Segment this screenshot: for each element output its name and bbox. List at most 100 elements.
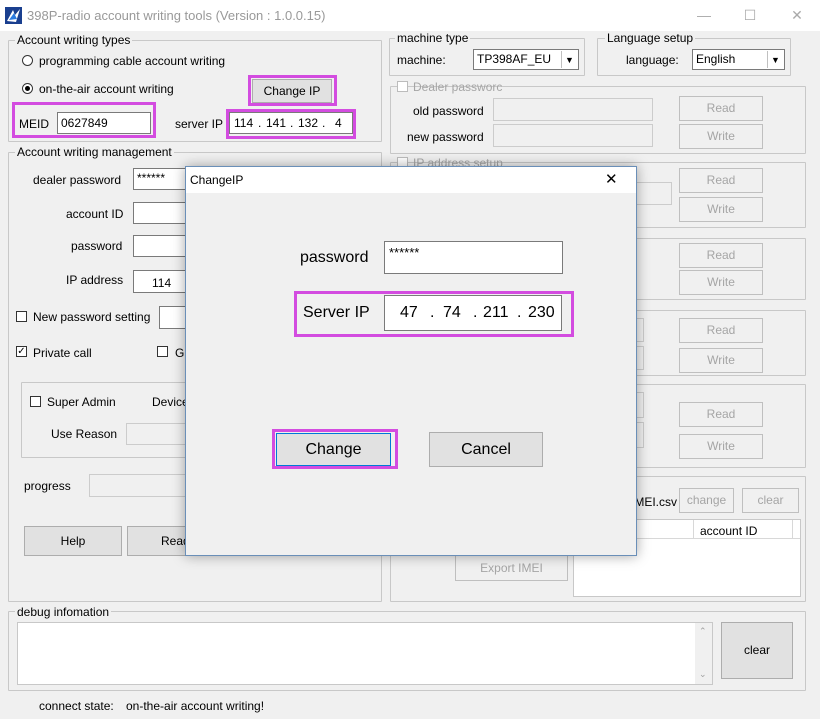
debug-textarea[interactable]: ⌃ ⌄ (17, 622, 713, 685)
dialog-change-button[interactable]: Change (276, 433, 391, 466)
ip-address-label: IP address (66, 273, 124, 287)
group4-write-button[interactable]: Write (679, 348, 763, 373)
group-call-label: G (175, 346, 185, 360)
private-call-checkbox[interactable]: ✓ (16, 346, 27, 357)
column-divider (693, 520, 694, 539)
dialog-server-ip-input[interactable]: 47 . 74 . 211 . 230 (384, 295, 562, 331)
progress-label: progress (24, 479, 71, 493)
radio-air[interactable] (22, 83, 33, 94)
group3-write-button[interactable]: Write (679, 270, 763, 295)
new-password-label: new password (407, 130, 484, 144)
ip-setup-input[interactable] (636, 182, 672, 205)
use-reason-input[interactable] (126, 423, 188, 445)
super-admin-checkbox[interactable] (30, 396, 41, 407)
read-button[interactable]: Read (127, 526, 190, 556)
group5-input-b[interactable] (636, 422, 644, 448)
server-ip-input[interactable]: 114 . 141 . 132 . 4 (229, 112, 353, 134)
group4-input-a[interactable] (636, 318, 644, 342)
server-ip-dot: . (290, 116, 294, 130)
password-label: password (71, 239, 123, 253)
group4-read-button[interactable]: Read (679, 318, 763, 343)
debug-title: debug infomation (15, 605, 112, 619)
admin-subgroup (21, 382, 191, 458)
dealer-password-checkbox[interactable] (397, 81, 408, 92)
dealer-read-button[interactable]: Read (679, 96, 763, 121)
connect-state-label: connect state: (39, 699, 114, 713)
password-input[interactable] (133, 235, 189, 257)
server-ip-octet-4: 4 (335, 116, 342, 130)
scrollbar[interactable]: ⌃ ⌄ (695, 623, 712, 684)
dialog-server-ip-label: Server IP (303, 304, 370, 321)
meid-input[interactable]: 0627849 (57, 112, 151, 134)
radio-air-label: on-the-air account writing (39, 82, 174, 96)
imei-change-button[interactable]: change (679, 488, 734, 513)
dialog-cancel-button[interactable]: Cancel (429, 432, 543, 467)
new-password-setting-label: New password setting (33, 310, 151, 324)
server-ip-dot: . (322, 116, 326, 130)
group5-read-button[interactable]: Read (679, 402, 763, 427)
private-call-label: Private call (33, 346, 92, 360)
group3-read-button[interactable]: Read (679, 243, 763, 268)
machine-select[interactable]: TP398AF_EU ▼ (473, 49, 579, 70)
group4-input-b[interactable] (636, 346, 644, 370)
group5-write-button[interactable]: Write (679, 434, 763, 459)
dealer-write-button[interactable]: Write (679, 124, 763, 149)
maximize-button[interactable]: ☐ (727, 0, 773, 31)
account-id-label: account ID (66, 207, 124, 221)
old-password-label: old password (413, 104, 484, 118)
management-title: Account writing management (15, 145, 174, 159)
chevron-down-icon[interactable]: ⌄ (699, 669, 707, 680)
column-divider (792, 520, 793, 539)
progress-bar (89, 474, 189, 497)
dialog-ip-octet-2: 74 (443, 304, 461, 321)
app-icon (5, 7, 22, 24)
dealer-password-title: Dealer passworc (413, 80, 503, 94)
dialog-ip-octet-1: 47 (400, 304, 418, 321)
dialog-ip-dot: . (473, 304, 478, 321)
dialog-title-bar: ChangeIP ✕ (186, 167, 636, 193)
machine-label: machine: (397, 53, 446, 67)
chevron-up-icon[interactable]: ⌃ (699, 626, 707, 637)
export-imei-button[interactable]: Export IMEI (455, 555, 568, 581)
group-call-checkbox[interactable] (157, 346, 168, 357)
dialog-password-label: password (300, 249, 369, 266)
dialog-ip-octet-4: 230 (528, 304, 555, 321)
ip-address-input[interactable]: 114 (133, 270, 189, 293)
language-title: Language setup (605, 31, 696, 45)
chevron-down-icon: ▼ (561, 51, 577, 68)
old-password-input[interactable] (493, 98, 653, 121)
new-password-input[interactable] (493, 124, 653, 147)
ip-write-button[interactable]: Write (679, 197, 763, 222)
account-id-input[interactable] (133, 202, 189, 224)
window-title: 398P-radio account writing tools (Versio… (27, 8, 326, 23)
radio-cable-label: programming cable account writing (39, 54, 226, 68)
use-reason-label: Use Reason (51, 427, 118, 441)
ip-read-button[interactable]: Read (679, 168, 763, 193)
language-select-value: English (696, 52, 736, 66)
connect-state-value: on-the-air account writing! (126, 699, 265, 713)
close-button[interactable]: ✕ (774, 0, 820, 31)
dialog-close-icon[interactable]: ✕ (605, 170, 618, 188)
imei-clear-button[interactable]: clear (742, 488, 799, 513)
group5-input-a[interactable] (636, 392, 644, 418)
imei-col-account: account ID (700, 524, 758, 538)
meid-label: MEID (19, 117, 49, 131)
language-label: language: (626, 53, 679, 67)
new-password-checkbox[interactable] (16, 311, 27, 322)
debug-clear-button[interactable]: clear (721, 622, 793, 679)
writing-types-title: Account writing types (15, 33, 133, 47)
radio-cable[interactable] (22, 55, 33, 66)
dialog-title: ChangeIP (190, 173, 244, 187)
dialog-password-input[interactable]: ****** (384, 241, 563, 274)
help-button[interactable]: Help (24, 526, 122, 556)
chevron-down-icon: ▼ (767, 51, 783, 68)
language-select[interactable]: English ▼ (692, 49, 785, 70)
main-window: 398P-radio account writing tools (Versio… (0, 0, 820, 719)
dealer-password-input[interactable]: ****** (133, 168, 189, 190)
dealer-password-label: dealer password (33, 173, 122, 187)
minimize-button[interactable]: — (681, 0, 727, 31)
device-label: Device (152, 395, 189, 409)
change-ip-button[interactable]: Change IP (252, 79, 332, 103)
title-bar: 398P-radio account writing tools (Versio… (0, 0, 820, 31)
change-ip-dialog: ChangeIP ✕ password ****** Server IP 47 … (185, 166, 637, 556)
